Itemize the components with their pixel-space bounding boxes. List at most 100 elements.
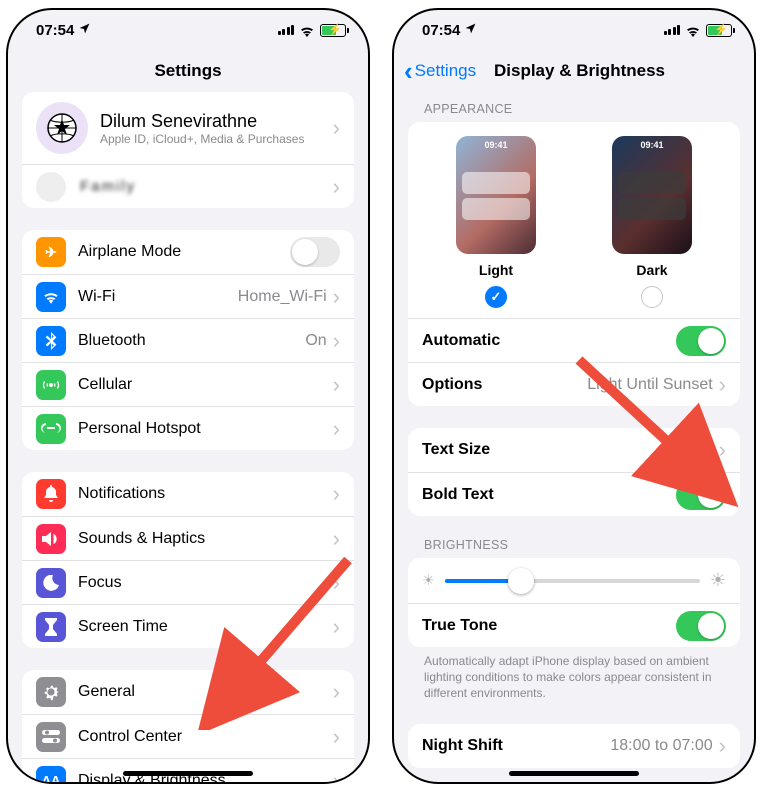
- general-row[interactable]: General ›: [22, 670, 354, 714]
- bold-text-toggle[interactable]: [676, 480, 726, 510]
- airplane-label: Airplane Mode: [78, 243, 290, 261]
- appearance-picker: 09:41 Light 09:41 Dark: [408, 122, 740, 318]
- hourglass-icon: [36, 612, 66, 642]
- airplane-toggle[interactable]: [290, 237, 340, 267]
- bold-text-label: Bold Text: [422, 486, 676, 504]
- night-shift-row[interactable]: Night Shift 18:00 to 07:00 ›: [408, 724, 740, 768]
- notifications-row[interactable]: Notifications ›: [22, 472, 354, 516]
- hotspot-label: Personal Hotspot: [78, 420, 333, 438]
- back-label: Settings: [415, 61, 476, 81]
- chevron-right-icon: ›: [719, 439, 726, 461]
- avatar: [36, 102, 88, 154]
- chevron-right-icon: ›: [333, 117, 340, 139]
- chevron-right-icon: ›: [333, 374, 340, 396]
- bluetooth-label: Bluetooth: [78, 332, 305, 350]
- brightness-slider-row[interactable]: ☀︎ ☀︎: [408, 558, 740, 603]
- profile-row[interactable]: Dilum Senevirathne Apple ID, iCloud+, Me…: [22, 92, 354, 164]
- bluetooth-value: On: [305, 332, 326, 350]
- wifi-label: Wi-Fi: [78, 288, 238, 306]
- status-bar: 07:54 ⚡: [8, 10, 368, 50]
- moon-icon: [36, 568, 66, 598]
- dark-preview: 09:41: [612, 136, 692, 254]
- navbar: ‹ Settings Display & Brightness: [394, 50, 754, 92]
- location-icon: [78, 22, 91, 39]
- sun-low-icon: ☀︎: [422, 572, 435, 589]
- night-shift-label: Night Shift: [422, 737, 610, 755]
- true-tone-desc: Automatically adapt iPhone display based…: [408, 647, 740, 702]
- options-row[interactable]: Options Light Until Sunset ›: [408, 362, 740, 406]
- bluetooth-row[interactable]: Bluetooth On ›: [22, 318, 354, 362]
- status-time: 07:54: [422, 22, 460, 39]
- chevron-right-icon: ›: [333, 616, 340, 638]
- automatic-row[interactable]: Automatic: [408, 318, 740, 362]
- airplane-row[interactable]: ✈ Airplane Mode: [22, 230, 354, 274]
- options-label: Options: [422, 376, 587, 394]
- chevron-right-icon: ›: [333, 572, 340, 594]
- display-row[interactable]: AA Display & Brightness ›: [22, 758, 354, 782]
- appearance-light[interactable]: 09:41 Light: [456, 136, 536, 308]
- true-tone-toggle[interactable]: [676, 611, 726, 641]
- focus-row[interactable]: Focus ›: [22, 560, 354, 604]
- back-button[interactable]: ‹ Settings: [404, 56, 476, 87]
- page-title: Display & Brightness: [494, 61, 665, 81]
- general-label: General: [78, 683, 333, 701]
- chevron-right-icon: ›: [333, 681, 340, 703]
- appearance-dark[interactable]: 09:41 Dark: [612, 136, 692, 308]
- status-bar: 07:54 ⚡: [394, 10, 754, 50]
- chevron-right-icon: ›: [333, 176, 340, 198]
- home-indicator[interactable]: [123, 771, 253, 776]
- speaker-icon: [36, 524, 66, 554]
- family-label: Family: [80, 178, 333, 195]
- page-title: Settings: [154, 61, 221, 81]
- screentime-row[interactable]: Screen Time ›: [22, 604, 354, 648]
- text-size-row[interactable]: Text Size ›: [408, 428, 740, 472]
- status-time: 07:54: [36, 22, 74, 39]
- phone-display-brightness: 07:54 ⚡ ‹: [392, 8, 756, 784]
- profile-name: Dilum Senevirathne: [100, 111, 333, 132]
- wifi-row[interactable]: Wi-Fi Home_Wi-Fi ›: [22, 274, 354, 318]
- profile-sub: Apple ID, iCloud+, Media & Purchases: [100, 132, 333, 146]
- chevron-left-icon: ‹: [404, 56, 413, 87]
- chevron-right-icon: ›: [719, 735, 726, 757]
- control-center-row[interactable]: Control Center ›: [22, 714, 354, 758]
- cellular-icon: [36, 370, 66, 400]
- text-aa-icon: AA: [36, 766, 66, 783]
- home-indicator[interactable]: [509, 771, 639, 776]
- sliders-icon: [36, 722, 66, 752]
- hotspot-icon: [36, 414, 66, 444]
- brightness-slider[interactable]: [445, 579, 700, 583]
- chevron-right-icon: ›: [333, 726, 340, 748]
- signal-icon: [278, 25, 295, 35]
- dark-radio[interactable]: [641, 286, 663, 308]
- location-icon: [464, 22, 477, 39]
- cellular-row[interactable]: Cellular ›: [22, 362, 354, 406]
- automatic-toggle[interactable]: [676, 326, 726, 356]
- wifi-icon: [685, 24, 701, 36]
- true-tone-label: True Tone: [422, 617, 676, 635]
- chevron-right-icon: ›: [333, 330, 340, 352]
- chevron-right-icon: ›: [333, 528, 340, 550]
- light-label: Light: [479, 262, 513, 278]
- automatic-label: Automatic: [422, 332, 676, 350]
- light-radio[interactable]: [485, 286, 507, 308]
- signal-icon: [664, 25, 681, 35]
- gear-icon: [36, 677, 66, 707]
- focus-label: Focus: [78, 574, 333, 592]
- sounds-label: Sounds & Haptics: [78, 530, 333, 548]
- brightness-header: Brightness: [408, 538, 740, 558]
- sounds-row[interactable]: Sounds & Haptics ›: [22, 516, 354, 560]
- hotspot-row[interactable]: Personal Hotspot ›: [22, 406, 354, 450]
- family-row[interactable]: Family ›: [22, 164, 354, 208]
- cc-label: Control Center: [78, 728, 333, 746]
- navbar: Settings: [8, 50, 368, 92]
- screentime-label: Screen Time: [78, 618, 333, 636]
- battery-icon: ⚡: [706, 24, 732, 37]
- chevron-right-icon: ›: [333, 483, 340, 505]
- true-tone-row[interactable]: True Tone: [408, 603, 740, 647]
- light-preview: 09:41: [456, 136, 536, 254]
- chevron-right-icon: ›: [333, 770, 340, 783]
- appearance-header: Appearance: [408, 102, 740, 122]
- airplane-icon: ✈: [36, 237, 66, 267]
- bold-text-row[interactable]: Bold Text: [408, 472, 740, 516]
- wifi-value: Home_Wi-Fi: [238, 288, 327, 306]
